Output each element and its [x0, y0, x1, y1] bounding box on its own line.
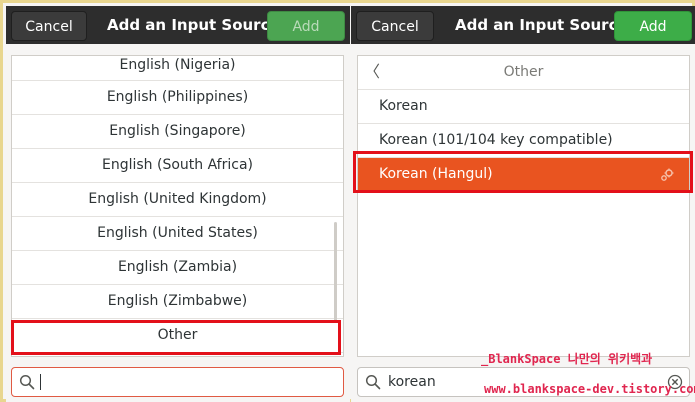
search-icon — [365, 374, 381, 390]
language-row[interactable]: English (Singapore) — [12, 115, 343, 149]
language-row[interactable]: English (Zimbabwe) — [12, 285, 343, 319]
watermark-line2: www.blankspace-dev.tistory.com — [484, 382, 695, 396]
header-bar: Cancel Add an Input Source Add — [6, 6, 350, 44]
language-row[interactable]: English (South Africa) — [12, 149, 343, 183]
text-caret — [40, 374, 41, 390]
back-row[interactable]: 〈 Other — [358, 56, 689, 90]
add-input-source-dialog-layouts: Cancel Add an Input Source Add 〈 Other K… — [351, 6, 695, 402]
dialog-title: Add an Input Source — [107, 16, 280, 34]
search-input[interactable]: korean — [388, 368, 436, 396]
layout-row-label: Korean (Hangul) — [379, 166, 493, 182]
search-field[interactable] — [11, 367, 344, 397]
add-input-source-dialog-languages: Cancel Add an Input Source Add English (… — [6, 6, 350, 402]
add-button[interactable]: Add — [614, 11, 692, 41]
language-row[interactable]: English (Zambia) — [12, 251, 343, 285]
language-row[interactable]: English (United States) — [12, 217, 343, 251]
layout-row[interactable]: Korean — [358, 90, 689, 124]
dialog-title: Add an Input Source — [455, 16, 628, 34]
screenshot-frame: Cancel Add an Input Source Add English (… — [0, 0, 695, 402]
language-row-other[interactable]: Other — [12, 319, 343, 353]
section-header: Other — [503, 64, 544, 80]
language-row[interactable]: English (Nigeria) — [12, 56, 343, 81]
language-row[interactable]: English (United Kingdom) — [12, 183, 343, 217]
language-list: English (Nigeria) English (Philippines) … — [11, 55, 344, 357]
scrollbar[interactable] — [334, 222, 337, 322]
header-bar: Cancel Add an Input Source Add — [351, 6, 695, 44]
layout-row-selected[interactable]: Korean (Hangul) — [358, 158, 689, 192]
layout-list: 〈 Other Korean Korean (101/104 key compa… — [357, 55, 690, 357]
gear-icon[interactable] — [659, 167, 675, 183]
search-icon — [19, 374, 35, 390]
watermark-line1: _BlankSpace 나만의 위키백과 — [481, 352, 653, 366]
language-row[interactable]: English (Philippines) — [12, 81, 343, 115]
cancel-button[interactable]: Cancel — [356, 11, 434, 41]
add-button[interactable]: Add — [267, 11, 345, 41]
layout-row[interactable]: Korean (101/104 key compatible) — [358, 124, 689, 158]
cancel-button[interactable]: Cancel — [11, 11, 87, 41]
